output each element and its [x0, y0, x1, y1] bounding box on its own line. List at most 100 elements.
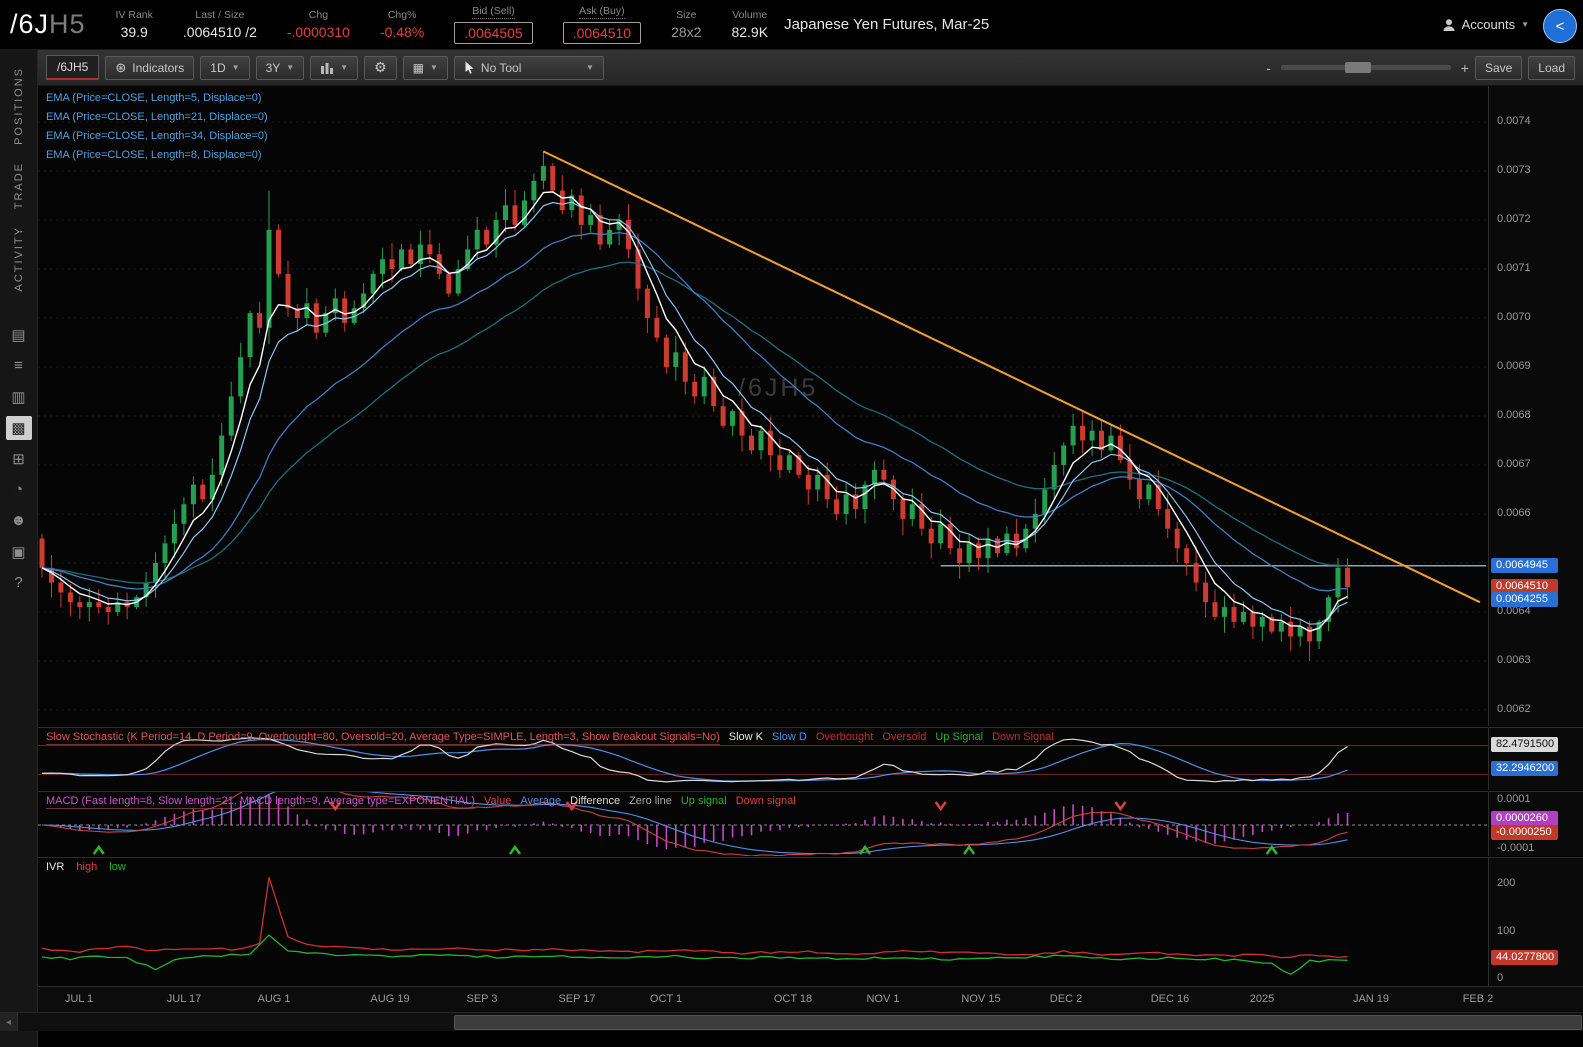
- price-bubble: 0.0064255: [1491, 592, 1558, 607]
- chart-grid-icon[interactable]: ▩: [6, 416, 32, 440]
- cursor-icon: [464, 61, 475, 74]
- chart-style-dropdown[interactable]: ▦ ▼: [403, 56, 448, 80]
- load-label: Load: [1538, 61, 1565, 75]
- apps-icon[interactable]: ⊞: [6, 447, 32, 471]
- zoom-out-button[interactable]: -: [1266, 60, 1271, 76]
- history-icon[interactable]: ◔: [6, 478, 32, 502]
- sidebar-tab-activity[interactable]: ACTIVITY: [13, 226, 25, 292]
- zoom-slider-thumb[interactable]: [1345, 62, 1371, 73]
- time-axis-label: DEC 16: [1151, 993, 1190, 1005]
- price-axis-label: 0.0066: [1497, 507, 1531, 519]
- stochastic-legend-item: Oversold: [882, 731, 926, 743]
- ivr-axis: 200100044.0277800: [1488, 858, 1583, 988]
- ivr-svg[interactable]: [38, 858, 1488, 988]
- time-axis: JUL 1JUL 17AUG 1AUG 19SEP 3SEP 17OCT 1OC…: [38, 986, 1583, 1013]
- collapse-panel-button[interactable]: <: [1543, 9, 1577, 43]
- indicators-button[interactable]: ⊛ Indicators: [105, 56, 194, 80]
- price-axis-label: 0.0069: [1497, 360, 1531, 372]
- price-axis-label: 0.0068: [1497, 409, 1531, 421]
- ivr-axis-label: 200: [1497, 877, 1515, 889]
- time-axis-label: OCT 1: [650, 993, 682, 1005]
- chevron-down-icon: ▼: [232, 63, 240, 72]
- save-button[interactable]: Save: [1475, 56, 1522, 80]
- gear-icon: ⚙: [374, 59, 387, 76]
- range-value: 3Y: [266, 61, 281, 75]
- stochastic-title[interactable]: Slow Stochastic (K Period=14, D Period=9…: [46, 731, 720, 745]
- range-dropdown[interactable]: 3Y ▼: [256, 56, 305, 80]
- users-icon[interactable]: ☻: [6, 509, 32, 533]
- ema-study-label[interactable]: EMA (Price=CLOSE, Length=34, Displace=0): [46, 130, 268, 142]
- time-axis-label: AUG 19: [370, 993, 409, 1005]
- macd-title[interactable]: MACD (Fast length=8, Slow length=21, MAC…: [46, 795, 475, 809]
- trading-platform-window: /6JH5 IV Rank39.9Last / Size.0064510 /2C…: [0, 0, 1583, 1047]
- quote-field-label: IV Rank: [116, 9, 153, 21]
- quote-field-value: .0064505: [454, 22, 532, 44]
- drawing-tool-dropdown[interactable]: No Tool ▼: [454, 56, 604, 80]
- horizontal-scrollbar[interactable]: ◂: [0, 1012, 1583, 1031]
- ivr-low-label: low: [109, 861, 126, 873]
- time-axis-label: JUL 1: [65, 993, 93, 1005]
- quote-field-value: -.0000310: [287, 24, 350, 40]
- price-axis-label: 0.0070: [1497, 311, 1531, 323]
- zoom-in-button[interactable]: +: [1461, 60, 1469, 76]
- monitor-icon[interactable]: ▤: [6, 323, 32, 347]
- quote-field-value: 39.9: [121, 24, 148, 40]
- calendar-icon[interactable]: ▥: [6, 385, 32, 409]
- indicators-icon: ⊛: [115, 60, 126, 76]
- quote-header: /6JH5 IV Rank39.9Last / Size.0064510 /2C…: [0, 0, 1583, 50]
- quote-field: Chg%-0.48%: [380, 9, 424, 40]
- accounts-menu[interactable]: Accounts ▼: [1442, 17, 1529, 32]
- timeframe-dropdown[interactable]: 1D ▼: [200, 56, 249, 80]
- chart-type-dropdown[interactable]: ▼: [310, 56, 358, 80]
- sidebar-tab-positions[interactable]: POSITIONS: [13, 67, 25, 145]
- stochastic-legend-item: Down Signal: [992, 731, 1054, 743]
- scroll-left-button[interactable]: ◂: [0, 1013, 18, 1031]
- stochastic-legend-item: Slow K: [729, 731, 763, 743]
- help-icon[interactable]: ?: [6, 571, 32, 595]
- quote-field-value: 28x2: [671, 24, 701, 40]
- ivr-axis-label: 0: [1497, 972, 1503, 984]
- time-axis-label: DEC 2: [1050, 993, 1082, 1005]
- price-chart-panel: /6JH5 EMA (Price=CLOSE, Length=5, Displa…: [38, 86, 1583, 726]
- sidebar-icons: ▤ ≡ ▥ ▩ ⊞ ◔ ☻ ▣?: [6, 323, 32, 595]
- quote-field: Size 28x2: [671, 9, 701, 40]
- symbol-tab-label: /6JH5: [57, 60, 88, 74]
- timeframe-value: 1D: [210, 61, 225, 75]
- price-axis-label: 0.0072: [1497, 213, 1531, 225]
- chevron-down-icon: ▼: [586, 63, 594, 72]
- time-axis-label: JUL 17: [167, 993, 201, 1005]
- ivr-title[interactable]: IVR: [46, 861, 64, 873]
- quote-field-label: Size: [676, 9, 696, 21]
- price-axis[interactable]: 0.00740.00730.00720.00710.00700.00690.00…: [1488, 86, 1583, 726]
- quote-field-value: .0064510: [563, 22, 641, 44]
- quote-fields: IV Rank39.9Last / Size.0064510 /2Chg-.00…: [116, 5, 769, 44]
- price-axis-label: 0.0067: [1497, 458, 1531, 470]
- load-button[interactable]: Load: [1528, 56, 1575, 80]
- chevron-down-icon: ▼: [1521, 20, 1529, 29]
- scrollbar-thumb[interactable]: [454, 1015, 1582, 1030]
- chevron-down-icon: ▼: [286, 63, 294, 72]
- ema-study-label[interactable]: EMA (Price=CLOSE, Length=21, Displace=0): [46, 111, 268, 123]
- ema-study-label[interactable]: EMA (Price=CLOSE, Length=5, Displace=0): [46, 92, 268, 104]
- time-axis-label: NOV 1: [866, 993, 899, 1005]
- symbol-tab[interactable]: /6JH5: [46, 55, 99, 80]
- ivr-header: IVR high low: [46, 861, 135, 873]
- accounts-label: Accounts: [1462, 17, 1515, 32]
- ivr-high-label: high: [76, 861, 97, 873]
- list-icon[interactable]: ≡: [6, 354, 32, 378]
- stochastic-value-bubble: 82.4791500: [1491, 737, 1558, 752]
- chart-settings-button[interactable]: ⚙: [364, 56, 397, 80]
- ema-study-label[interactable]: EMA (Price=CLOSE, Length=8, Displace=0): [46, 149, 268, 161]
- macd-header: MACD (Fast length=8, Slow length=21, MAC…: [46, 795, 805, 807]
- camera-icon[interactable]: ▣: [6, 540, 32, 564]
- sidebar-tab-trade[interactable]: TRADE: [13, 162, 25, 209]
- zoom-slider[interactable]: [1281, 65, 1451, 70]
- chevron-down-icon: ▼: [340, 63, 348, 72]
- price-chart-svg[interactable]: /6JH5: [38, 86, 1488, 726]
- stochastic-legend-item: Slow D: [772, 731, 807, 743]
- time-axis-label: FEB 2: [1463, 993, 1494, 1005]
- macd-axis-label: -0.0001: [1497, 842, 1534, 854]
- quote-field-value: 82.9K: [731, 24, 768, 40]
- time-axis-label: SEP 3: [467, 993, 498, 1005]
- stochastic-axis: 82.479150032.2946200: [1488, 728, 1583, 790]
